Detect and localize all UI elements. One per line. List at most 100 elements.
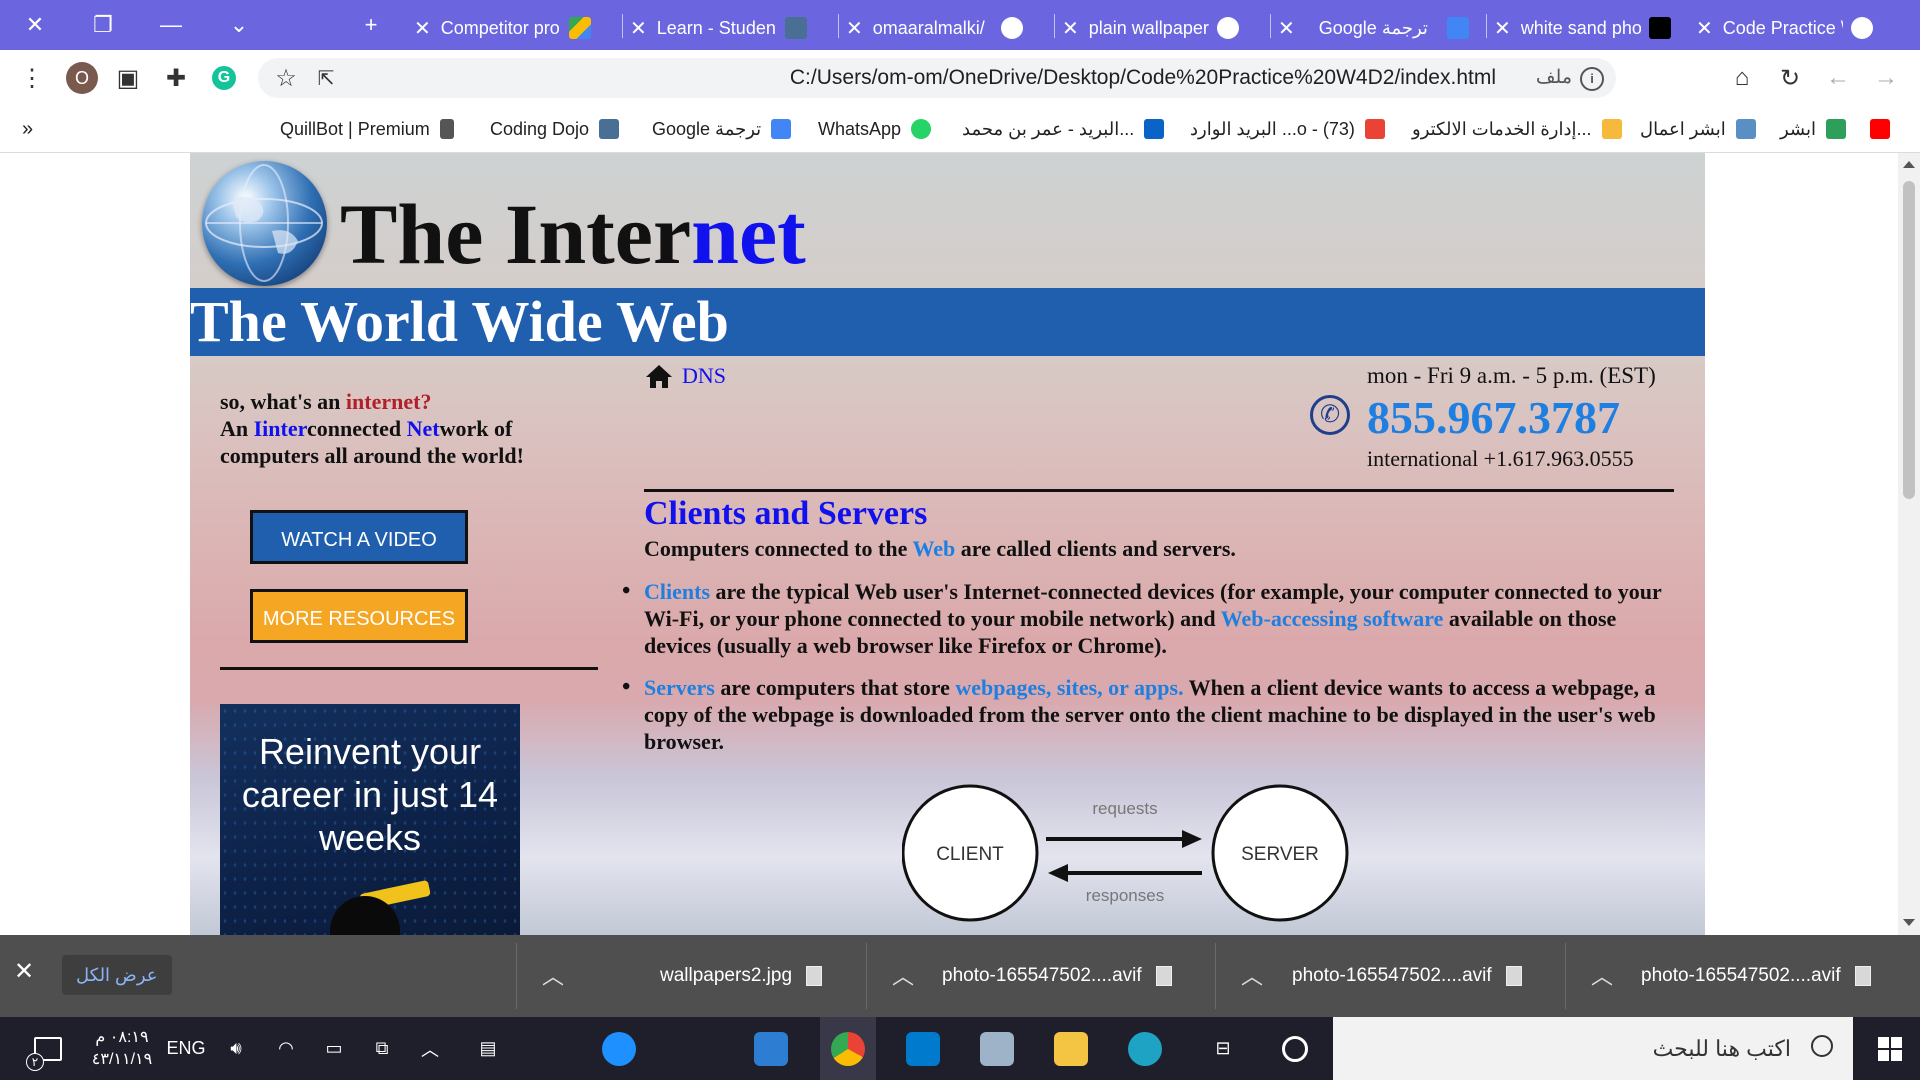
language-indicator[interactable]: ENG bbox=[164, 1017, 208, 1080]
close-tab-icon[interactable]: ✕ bbox=[1696, 16, 1713, 41]
minimize-window-button[interactable]: — bbox=[136, 0, 206, 50]
tab-search-button[interactable]: ⌄ bbox=[204, 0, 274, 50]
bookmark-absher[interactable]: ابشر bbox=[1780, 106, 1890, 152]
help-icon[interactable] bbox=[594, 1017, 644, 1080]
bookmark-google-translate[interactable]: Google ترجمة bbox=[652, 106, 792, 152]
site-title: The Internet bbox=[340, 186, 806, 282]
more-bookmarks-button[interactable]: » bbox=[22, 106, 33, 152]
download-item[interactable]: photo-165547502....avif bbox=[942, 935, 1172, 1017]
globe-icon bbox=[1850, 17, 1873, 39]
share-icon[interactable]: ⇱ bbox=[304, 50, 348, 106]
edge-app-icon[interactable] bbox=[1120, 1017, 1170, 1080]
vscode-app-icon[interactable] bbox=[898, 1017, 948, 1080]
back-icon[interactable]: → bbox=[1864, 50, 1908, 106]
file-explorer-window-icon[interactable] bbox=[972, 1017, 1022, 1080]
cortana-icon[interactable] bbox=[1270, 1017, 1320, 1080]
scroll-down-arrow[interactable] bbox=[1903, 919, 1915, 926]
outlook-icon bbox=[1144, 119, 1165, 139]
bookmark-services[interactable]: إدارة الخدمات الالكترو... bbox=[1412, 106, 1622, 152]
forward-icon[interactable]: ← bbox=[1816, 50, 1860, 106]
menu-icon[interactable]: ⋮ bbox=[10, 50, 54, 106]
clock[interactable]: ٠٨:١٩ م ٤٣/١١/١٩ bbox=[84, 1017, 160, 1080]
download-item[interactable]: photo-165547502....avif bbox=[1641, 935, 1871, 1017]
client-server-diagram: CLIENT SERVER requests responses bbox=[902, 784, 1349, 922]
tab-learn[interactable]: ✕ Learn - Studen bbox=[624, 6, 836, 50]
scrollbar[interactable] bbox=[1898, 153, 1920, 935]
home-icon[interactable]: ⌂ bbox=[1720, 50, 1764, 106]
notification-center-icon[interactable]: ٢ bbox=[20, 1017, 76, 1080]
close-tab-icon[interactable]: ✕ bbox=[1494, 16, 1511, 41]
wifi-icon[interactable]: ◠ bbox=[266, 1017, 306, 1080]
taskbar-search[interactable]: اكتب هنا للبحث bbox=[1333, 1017, 1853, 1080]
chevron-up-icon[interactable]: ︿ bbox=[542, 959, 564, 991]
section-title: Clients and Servers bbox=[644, 495, 928, 532]
close-tab-icon[interactable]: ✕ bbox=[1062, 16, 1079, 41]
list-item: Clients are the typical Web user's Inter… bbox=[622, 578, 1676, 659]
close-tab-icon[interactable]: ✕ bbox=[846, 16, 863, 41]
close-tab-icon[interactable]: ✕ bbox=[630, 16, 647, 41]
windows-logo-icon bbox=[1878, 1036, 1902, 1061]
chevron-up-icon[interactable]: ︿ bbox=[1591, 959, 1613, 991]
youtube-icon bbox=[1870, 119, 1890, 139]
requests-arrowhead bbox=[1182, 830, 1202, 848]
site-content: The Internet The World Wide Web so, what… bbox=[190, 153, 1705, 935]
responses-arrowhead bbox=[1048, 864, 1068, 882]
extensions-icon[interactable]: ✚ bbox=[154, 50, 198, 106]
close-downloads-icon[interactable]: ✕ bbox=[14, 957, 34, 986]
dns-link[interactable]: DNS bbox=[644, 363, 726, 389]
phone-number: 855.967.3787 bbox=[1367, 392, 1620, 443]
tab-competitor[interactable]: ✕ Competitor pro bbox=[408, 6, 620, 50]
show-hidden-icons-icon[interactable]: ︿ bbox=[410, 1017, 450, 1080]
chevron-up-icon[interactable]: ︿ bbox=[892, 959, 914, 991]
bookmark-gmail[interactable]: البريد الوارد ...ο - (73) bbox=[1190, 106, 1385, 152]
tab-code-practice[interactable]: ✕ Code Practice \ bbox=[1690, 6, 1900, 50]
bookmark-whatsapp[interactable]: WhatsApp bbox=[818, 106, 932, 152]
start-button[interactable] bbox=[1862, 1017, 1918, 1080]
scroll-up-arrow[interactable] bbox=[1903, 161, 1915, 168]
profile-avatar[interactable]: O bbox=[60, 50, 104, 106]
coding-dojo-icon bbox=[784, 17, 807, 39]
task-view-icon[interactable]: ⊟ bbox=[1198, 1017, 1248, 1080]
chevron-up-icon[interactable]: ︿ bbox=[1241, 959, 1263, 991]
grammarly-icon[interactable]: G bbox=[202, 50, 246, 106]
url-text[interactable]: C:/Users/om-om/OneDrive/Desktop/Code%20P… bbox=[790, 58, 1496, 98]
download-item[interactable]: wallpapers2.jpg bbox=[660, 935, 823, 1017]
chrome-app-icon[interactable] bbox=[820, 1017, 876, 1080]
download-item[interactable]: photo-165547502....avif bbox=[1292, 935, 1522, 1017]
tab-github[interactable]: ✕ omaaralmalki/ bbox=[840, 6, 1052, 50]
restore-window-button[interactable]: ❐ bbox=[68, 0, 138, 50]
battery-icon[interactable]: ▭ bbox=[314, 1017, 354, 1080]
close-tab-icon[interactable]: ✕ bbox=[414, 16, 431, 41]
ad-banner[interactable]: Reinvent your career in just 14 weeks bbox=[220, 704, 520, 935]
show-all-button[interactable]: عرض الكل bbox=[62, 955, 172, 995]
tab-plain-wallpaper[interactable]: ✕ plain wallpaper bbox=[1056, 6, 1268, 50]
bookmark-absher-business[interactable]: ابشر اعمال bbox=[1640, 106, 1756, 152]
bookmark-coding-dojo[interactable]: Coding Dojo bbox=[490, 106, 620, 152]
tab-white-sand[interactable]: ✕ white sand pho bbox=[1488, 6, 1688, 50]
windows-taskbar: ٢ ٠٨:١٩ م ٤٣/١١/١٩ ENG 🔊︎ ◠ ▭ ⧉ ︿ ▤ ⊟ اك… bbox=[0, 1017, 1920, 1080]
news-widget-icon[interactable]: ▤ bbox=[466, 1017, 510, 1080]
file-explorer-icon[interactable] bbox=[1046, 1017, 1096, 1080]
side-panel-icon[interactable]: ▣ bbox=[106, 50, 150, 106]
volume-icon[interactable]: 🔊︎ bbox=[216, 1017, 256, 1080]
photos-app-icon[interactable] bbox=[746, 1017, 796, 1080]
watch-video-button[interactable]: WATCH A VIDEO bbox=[250, 510, 468, 564]
close-tab-icon[interactable]: ✕ bbox=[1278, 16, 1295, 41]
search-icon bbox=[1811, 1035, 1833, 1057]
bookmark-star-icon[interactable]: ☆ bbox=[264, 50, 308, 106]
absher-icon bbox=[1735, 119, 1756, 139]
reload-icon[interactable]: ↻ bbox=[1768, 50, 1812, 106]
meet-now-icon[interactable]: ⧉ bbox=[362, 1017, 402, 1080]
banner: The World Wide Web bbox=[190, 288, 1705, 356]
scrollbar-thumb[interactable] bbox=[1903, 181, 1915, 499]
site-info-icon[interactable]: i bbox=[1580, 67, 1604, 91]
address-bar[interactable]: ☆ ⇱ C:/Users/om-om/OneDrive/Desktop/Code… bbox=[258, 58, 1616, 98]
new-tab-button[interactable]: + bbox=[336, 0, 406, 50]
more-resources-button[interactable]: MORE RESOURCES bbox=[250, 589, 468, 643]
bookmark-quillbot[interactable]: QuillBot | Premium bbox=[280, 106, 454, 152]
whatsapp-icon bbox=[911, 119, 932, 139]
bookmark-outlook[interactable]: البريد - عمر بن محمد... bbox=[962, 106, 1165, 152]
tab-google-translate[interactable]: ✕ Google ترجمة bbox=[1272, 6, 1484, 50]
tab-bar: ✕ ❐ — ⌄ + ✕ Competitor pro ✕ Learn - Stu… bbox=[0, 0, 1920, 50]
close-window-button[interactable]: ✕ bbox=[0, 0, 70, 50]
